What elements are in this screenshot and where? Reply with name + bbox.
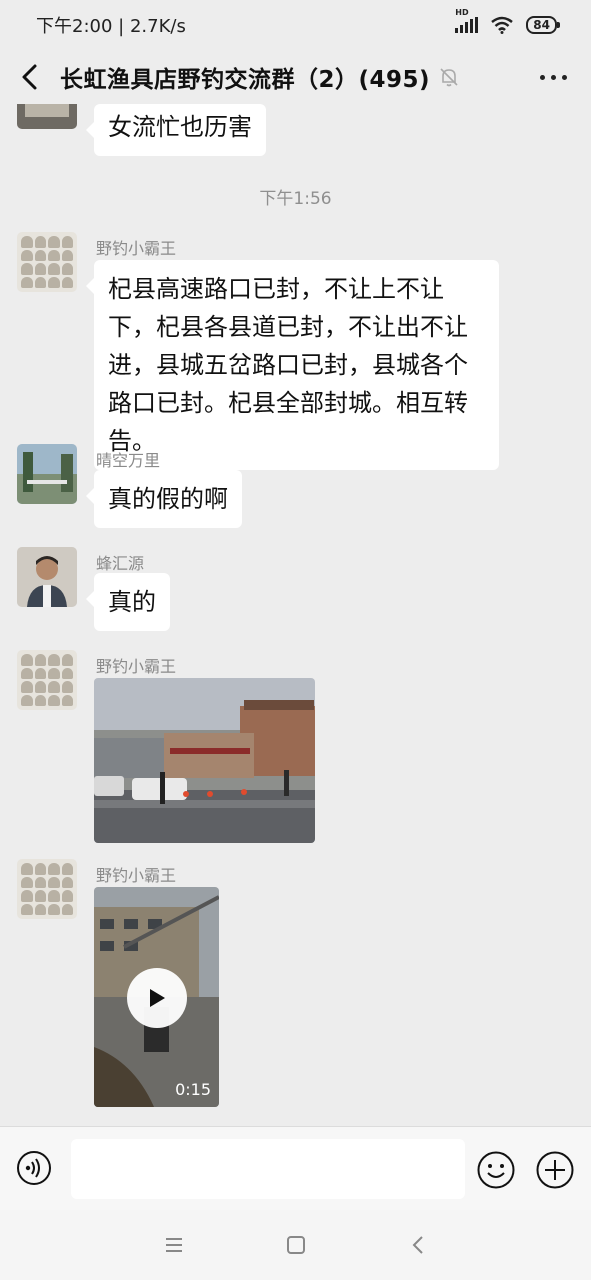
message-text: 杞县高速路口已封，不让上不让下，杞县各县道已封，不让出不让进，县城五岔路口已封，… — [108, 275, 468, 455]
voice-icon[interactable] — [16, 1150, 52, 1186]
status-left: 下午2:00 | 2.7K/s — [36, 12, 186, 38]
video-duration: 0:15 — [175, 1080, 211, 1099]
sender-name: 野钓小霸王 — [96, 239, 177, 258]
more-options-button[interactable] — [536, 69, 571, 86]
system-navigation-bar — [0, 1210, 591, 1280]
avatar[interactable] — [17, 104, 77, 129]
back-chevron-icon[interactable] — [408, 1234, 430, 1256]
sender-name: 野钓小霸王 — [96, 657, 177, 676]
status-bar: 下午2:00 | 2.7K/s HD 84 — [0, 0, 591, 50]
wifi-icon — [491, 16, 514, 34]
play-icon — [150, 989, 165, 1007]
status-separator: | — [118, 16, 130, 37]
home-square-icon[interactable] — [285, 1234, 307, 1256]
hd-label: HD — [455, 8, 469, 17]
image-message[interactable] — [94, 678, 315, 843]
back-button[interactable] — [20, 62, 44, 92]
message-bubble[interactable]: 杞县高速路口已封，不让上不让下，杞县各县道已封，不让出不让进，县城五岔路口已封，… — [86, 260, 499, 470]
sender-name: 蜂汇源 — [96, 554, 145, 573]
more-dots-icon — [540, 74, 545, 80]
message-bubble[interactable]: 真的 — [86, 573, 170, 631]
message-text: 真的 — [108, 588, 156, 616]
message-bubble[interactable]: 女流忙也历害 — [86, 104, 266, 156]
avatar[interactable] — [17, 547, 77, 607]
chat-header: 长虹渔具店野钓交流群（2）(495) — [0, 50, 591, 104]
status-right: HD 84 — [455, 8, 560, 34]
sender-name: 野钓小霸王 — [96, 866, 177, 885]
video-message[interactable]: 0:15 — [94, 887, 219, 1107]
signal-icon: HD — [455, 8, 479, 33]
message-list[interactable]: 女流忙也历害 下午1:56 野钓小霸王 杞县高速路口已封，不让上不让下，杞县各县… — [0, 104, 591, 1126]
avatar[interactable] — [17, 444, 77, 504]
message-text: 女流忙也历害 — [108, 113, 252, 141]
avatar[interactable] — [17, 859, 77, 919]
network-speed: 2.7K/s — [129, 16, 186, 37]
avatar[interactable] — [17, 232, 77, 292]
message-timestamp: 下午1:56 — [259, 189, 332, 209]
message-input[interactable] — [71, 1139, 465, 1199]
back-arrow-icon — [22, 64, 37, 90]
message-bubble[interactable]: 真的假的啊 — [86, 470, 242, 528]
emoji-icon[interactable] — [476, 1150, 516, 1190]
sender-name: 晴空万里 — [96, 451, 161, 470]
play-button[interactable] — [127, 968, 187, 1028]
input-bar — [0, 1126, 591, 1211]
message-text: 真的假的啊 — [108, 485, 228, 513]
avatar[interactable] — [17, 650, 77, 710]
chat-title: 长虹渔具店野钓交流群（2）(495) — [60, 67, 431, 93]
mute-bell-icon — [440, 68, 458, 87]
status-time: 下午2:00 — [36, 16, 113, 37]
battery-icon: 84 — [526, 16, 560, 34]
plus-icon[interactable] — [535, 1150, 575, 1190]
menu-icon[interactable] — [163, 1234, 185, 1256]
